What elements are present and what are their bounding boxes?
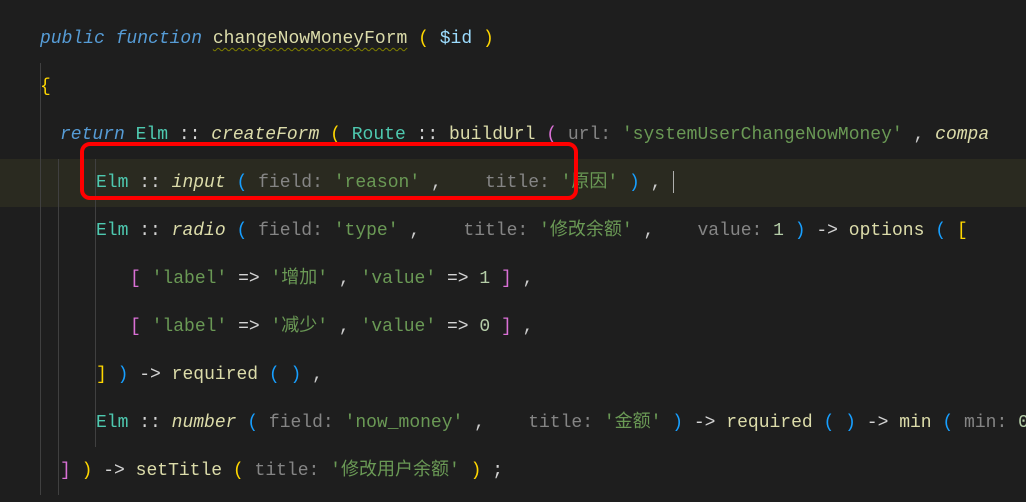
- method-call: input: [172, 173, 226, 193]
- keyword: return: [60, 125, 125, 145]
- method-call: createForm: [211, 125, 319, 145]
- keyword: public: [40, 29, 105, 49]
- param-hint: url:: [568, 125, 622, 145]
- keyword: function: [116, 29, 202, 49]
- scope-op: ::: [179, 125, 201, 145]
- code-line: Elm :: radio ( field: 'type' , title: '修…: [0, 207, 1026, 255]
- method-call: options: [849, 221, 925, 241]
- method-call: compa: [935, 125, 989, 145]
- brace: {: [40, 70, 51, 104]
- text-cursor: [673, 171, 674, 193]
- class-ref: Elm: [96, 173, 128, 193]
- scope-op: ::: [417, 125, 439, 145]
- class-ref: Route: [352, 125, 406, 145]
- paren: (: [330, 125, 341, 145]
- method-call: number: [172, 413, 237, 433]
- method-call: setTitle: [136, 461, 222, 481]
- parameter: $id: [440, 29, 472, 49]
- method-call: radio: [172, 221, 226, 241]
- paren: (: [546, 125, 557, 145]
- string: 'systemUserChangeNowMoney': [622, 125, 903, 145]
- class-ref: Elm: [136, 125, 168, 145]
- code-line: [ 'label' => '增加' , 'value' => 1 ] ,: [0, 255, 1026, 303]
- code-line: Elm :: number ( field: 'now_money' , tit…: [0, 399, 1026, 447]
- code-line-active: Elm :: input ( field: 'reason' , title: …: [0, 159, 1026, 207]
- function-name: changeNowMoneyForm: [213, 29, 407, 49]
- code-line: public function changeNowMoneyForm ( $id…: [0, 15, 1026, 63]
- code-editor[interactable]: public function changeNowMoneyForm ( $id…: [0, 0, 1026, 495]
- method-call: required: [172, 365, 258, 385]
- paren: ): [483, 29, 494, 49]
- code-line: return Elm :: createForm ( Route :: buil…: [0, 111, 1026, 159]
- code-line: [ 'label' => '减少' , 'value' => 0 ] ,: [0, 303, 1026, 351]
- string: '原因': [561, 173, 619, 193]
- code-line: {: [0, 63, 1026, 111]
- code-line: ] ) -> setTitle ( title: '修改用户余额' ) ;: [0, 447, 1026, 495]
- param-hint: title:: [485, 173, 561, 193]
- comma: ,: [914, 125, 925, 145]
- code-line: ] ) -> required ( ) ,: [0, 351, 1026, 399]
- method-call: buildUrl: [449, 125, 535, 145]
- paren: (: [418, 29, 429, 49]
- param-hint: field:: [258, 173, 334, 193]
- string: 'reason': [334, 173, 420, 193]
